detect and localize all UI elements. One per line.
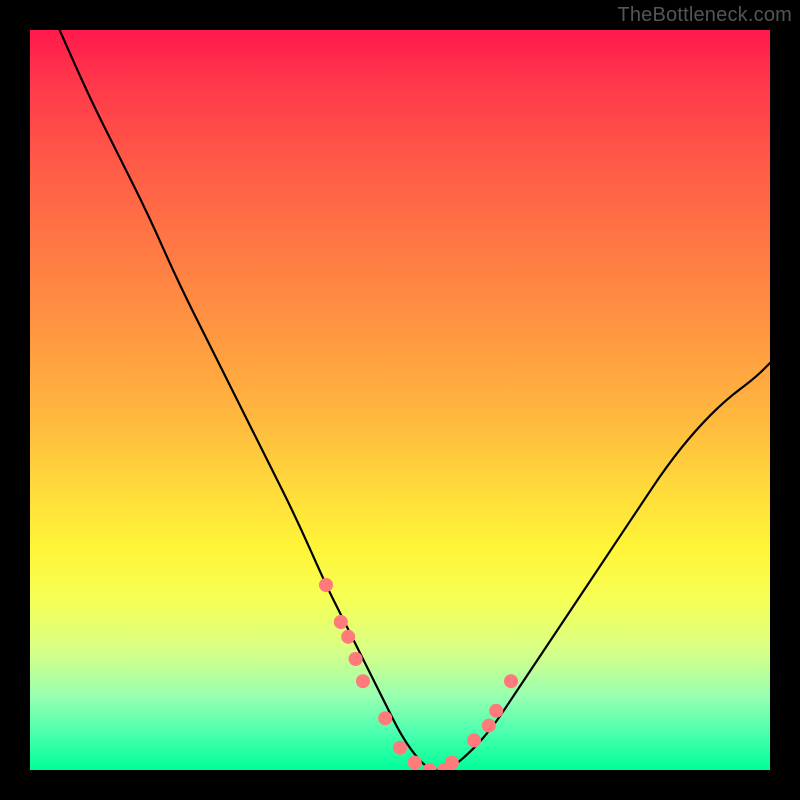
- marker-point: [445, 756, 459, 770]
- marker-point: [319, 578, 333, 592]
- marker-point: [349, 652, 363, 666]
- marker-point: [393, 741, 407, 755]
- chart-frame: TheBottleneck.com: [0, 0, 800, 800]
- marker-point: [408, 756, 422, 770]
- watermark-text: TheBottleneck.com: [617, 4, 792, 27]
- marker-point: [356, 674, 370, 688]
- highlight-markers: [319, 578, 518, 770]
- marker-point: [504, 674, 518, 688]
- marker-point: [378, 711, 392, 725]
- plot-area: [30, 30, 770, 770]
- marker-point: [341, 630, 355, 644]
- marker-point: [489, 704, 503, 718]
- bottleneck-curve: [60, 30, 770, 770]
- marker-point: [482, 719, 496, 733]
- chart-svg: [30, 30, 770, 770]
- marker-point: [467, 733, 481, 747]
- marker-point: [334, 615, 348, 629]
